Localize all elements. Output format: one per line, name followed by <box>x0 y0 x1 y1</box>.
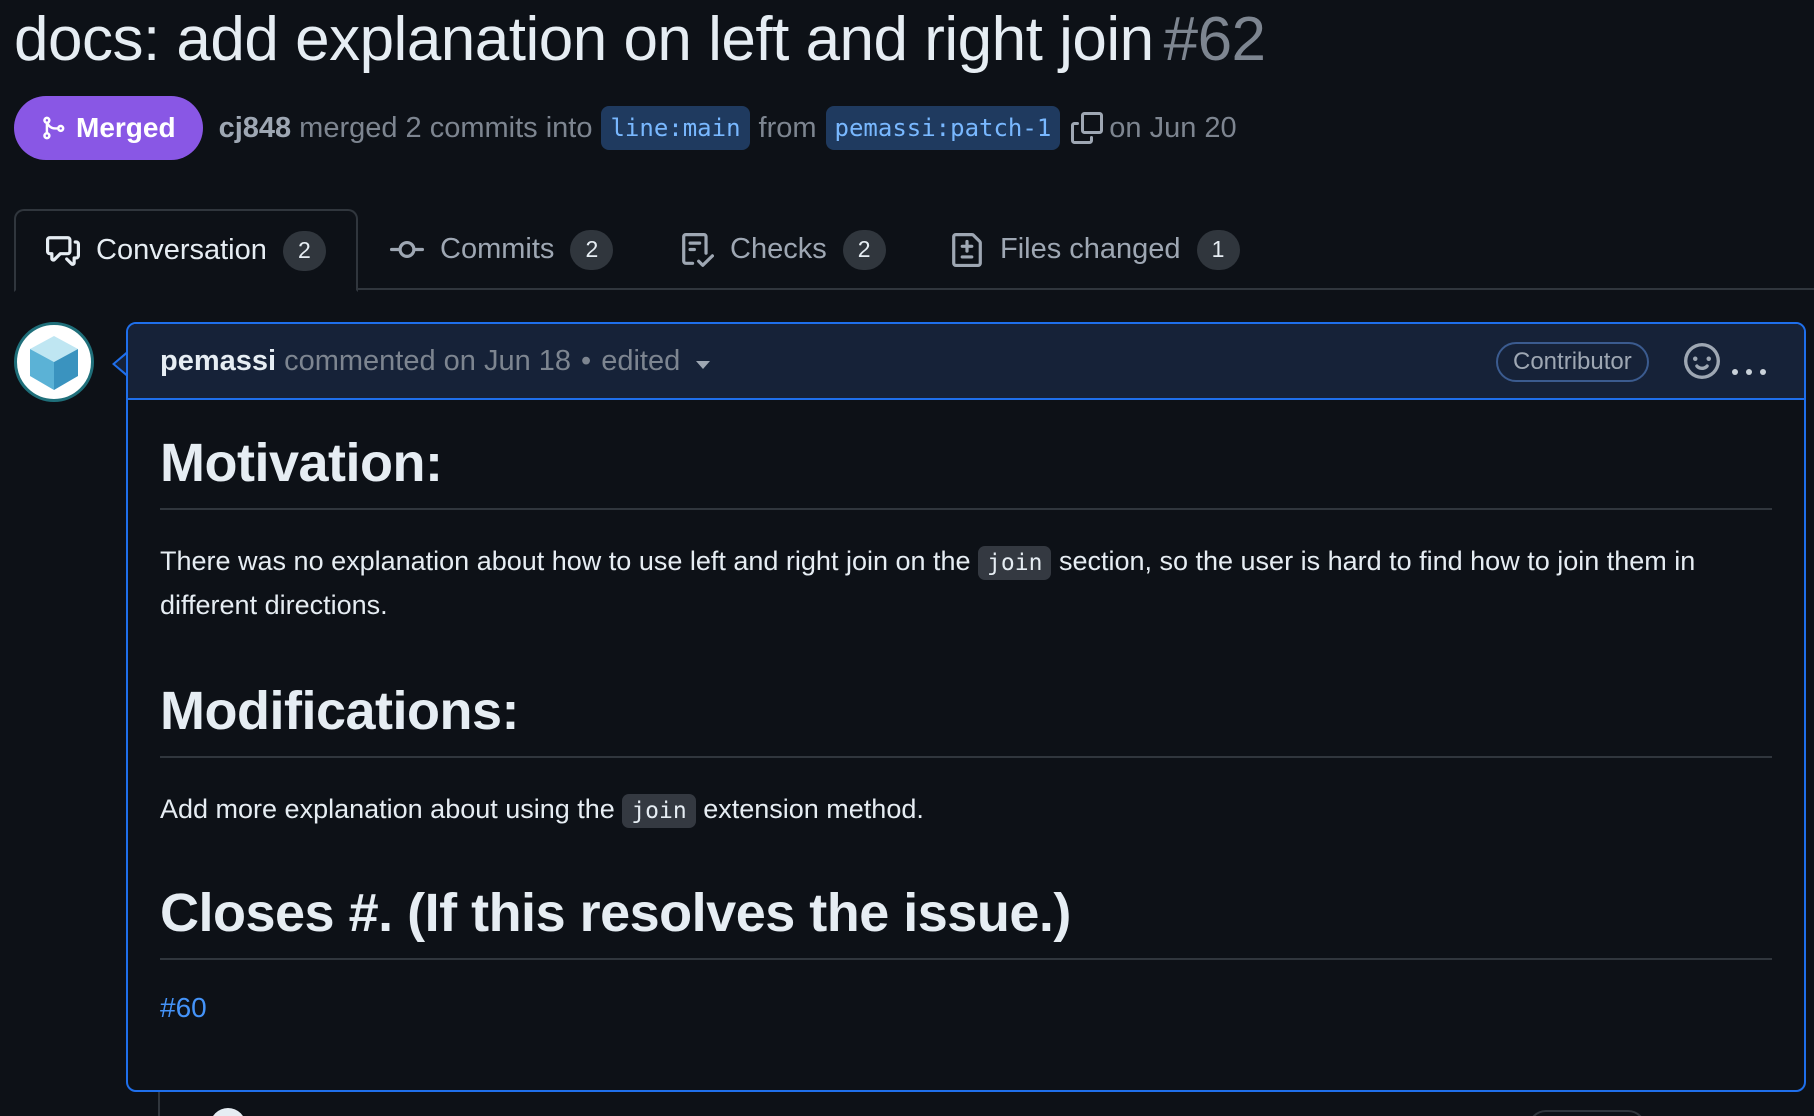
inline-code-join: join <box>622 794 696 828</box>
tab-checks-count: 2 <box>842 229 886 270</box>
pr-title-text: docs: add explanation on left and right … <box>14 5 1154 74</box>
tab-commits-count: 2 <box>570 229 614 270</box>
contributor-badge: Contributor <box>1496 342 1649 382</box>
smiley-icon <box>1684 343 1720 379</box>
tab-commits[interactable]: Commits 2 <box>390 209 614 290</box>
page-title: docs: add explanation on left and right … <box>14 4 1266 75</box>
copy-icon <box>1071 112 1104 144</box>
comment-body: Motivation: There was no explanation abo… <box>128 432 1804 1024</box>
paragraph-modifications: Add more explanation about using the joi… <box>160 788 1772 832</box>
merge-date: on Jun 20 <box>1109 111 1237 144</box>
avatar[interactable] <box>14 322 94 402</box>
cube-avatar-icon <box>30 336 78 390</box>
tab-files-changed-label: Files changed <box>1000 233 1181 265</box>
comment-header: pemassi commented on Jun 18 • edited Con… <box>128 324 1804 400</box>
tab-conversation[interactable]: Conversation 2 <box>14 209 358 292</box>
comment-author[interactable]: pemassi <box>160 345 276 378</box>
copy-branch-button[interactable] <box>1071 112 1104 144</box>
checklist-icon <box>682 232 714 267</box>
merge-text: merged 2 commits into <box>299 111 593 144</box>
chevron-down-icon[interactable] <box>696 361 711 369</box>
pr-tabs: Conversation 2 Commits 2 Checks 2 Files … <box>14 209 1814 292</box>
pr-number: #62 <box>1163 5 1266 74</box>
comment-options-button[interactable] <box>1730 354 1768 387</box>
pull-request-page: docs: add explanation on left and right … <box>0 0 1814 1116</box>
modifications-text-end: extension method. <box>695 794 924 824</box>
motivation-text-start: There was no explanation about how to us… <box>160 546 979 576</box>
comment-discussion-icon <box>46 235 80 266</box>
pr-meta: Merged cj848 merged 2 commits into line:… <box>14 96 1237 160</box>
paragraph-motivation: There was no explanation about how to us… <box>160 540 1772 626</box>
git-commit-icon <box>390 240 424 258</box>
head-branch[interactable]: pemassi:patch-1 <box>825 106 1061 150</box>
tab-files-changed[interactable]: Files changed 1 <box>950 209 1240 290</box>
header-separator: • <box>581 344 592 377</box>
merged-state-label: Merged <box>76 112 176 143</box>
next-item-avatar <box>210 1108 246 1116</box>
issue-link[interactable]: #60 <box>160 992 207 1024</box>
from-text: from <box>758 111 817 144</box>
tab-checks[interactable]: Checks 2 <box>680 209 886 290</box>
merged-state-badge: Merged <box>14 96 203 160</box>
git-merge-icon <box>43 116 65 140</box>
file-diff-icon <box>952 232 982 267</box>
inline-code-join: join <box>978 546 1052 580</box>
merged-by-user[interactable]: cj848 <box>219 112 292 145</box>
comment-action[interactable]: commented on Jun 18 <box>284 345 571 378</box>
timeline-line <box>158 1092 160 1116</box>
add-reaction-button[interactable] <box>1684 343 1720 387</box>
heading-closes: Closes #. (If this resolves the issue.) <box>160 882 1772 960</box>
heading-modifications: Modifications: <box>160 680 1772 758</box>
tab-commits-label: Commits <box>440 233 555 265</box>
next-item-badge <box>1528 1110 1646 1116</box>
heading-motivation: Motivation: <box>160 432 1772 510</box>
tab-files-changed-count: 1 <box>1196 229 1240 270</box>
modifications-text-start: Add more explanation about using the <box>160 794 623 824</box>
tab-conversation-count: 2 <box>282 230 326 271</box>
kebab-horizontal-icon <box>1732 369 1766 375</box>
edited-label[interactable]: edited <box>601 345 680 378</box>
tab-conversation-label: Conversation <box>96 234 267 266</box>
base-branch[interactable]: line:main <box>601 106 750 150</box>
tab-checks-label: Checks <box>730 233 827 265</box>
comment-box: pemassi commented on Jun 18 • edited Con… <box>126 322 1806 1092</box>
